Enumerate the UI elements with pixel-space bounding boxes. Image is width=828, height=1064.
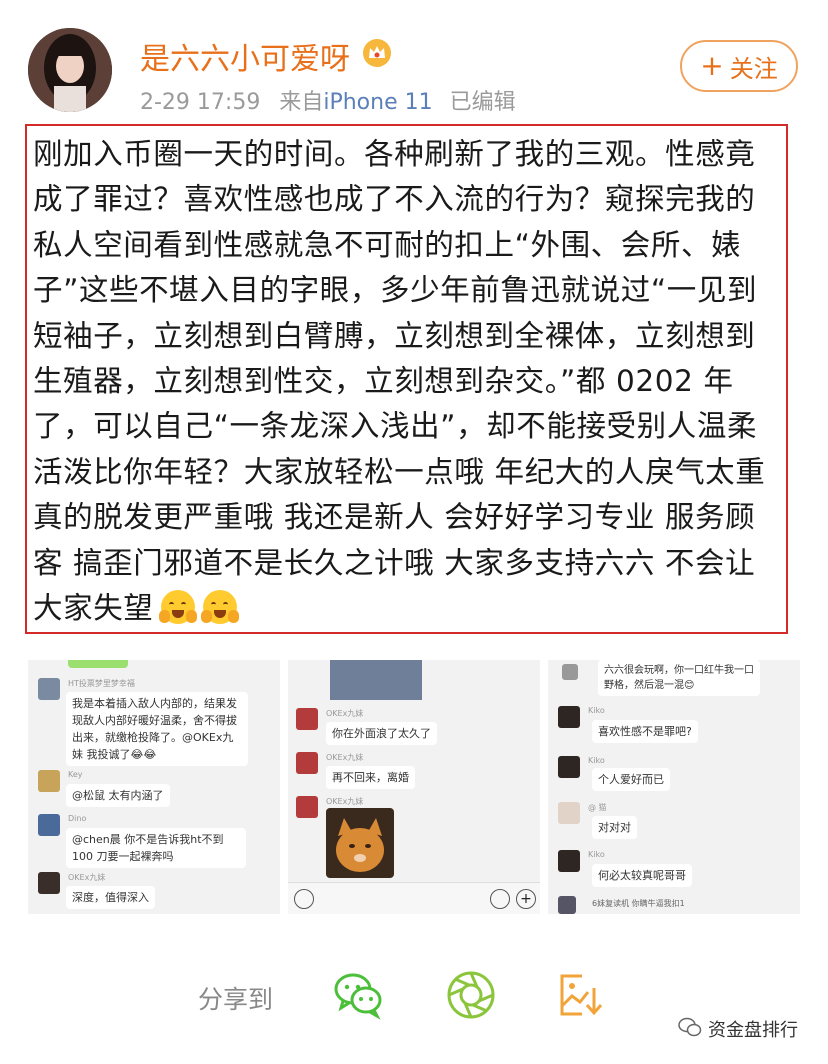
chat-bubble: 六六很会玩啊，你一口红牛我一口野格，然后混一混😊 bbox=[598, 660, 760, 696]
watermark: 资金盘排行 bbox=[678, 1016, 798, 1042]
sender-name: @ 猫 bbox=[588, 803, 607, 812]
avatar bbox=[296, 796, 318, 818]
sender-name: Kiko bbox=[588, 850, 605, 859]
sender-name: HT投票梦里梦幸福 bbox=[68, 679, 135, 688]
chat-bubble: 个人爱好而已 bbox=[592, 768, 670, 791]
image-fragment bbox=[330, 660, 422, 700]
sender-name: OKEx九妹 bbox=[326, 753, 364, 762]
post-body[interactable]: 刚加入币圈一天的时间。各种刷新了我的三观。性感竟成了罪过？喜欢性感也成了不入流的… bbox=[33, 132, 778, 631]
wechat-icon[interactable] bbox=[332, 968, 386, 1022]
sender-name: OKEx九妹 bbox=[68, 873, 106, 882]
avatar[interactable] bbox=[28, 28, 112, 112]
edited-tag: 已编辑 bbox=[449, 90, 516, 115]
sender-name: Kiko bbox=[588, 756, 605, 765]
chat-bubble: 再不回来，离婚 bbox=[326, 766, 415, 789]
chat-message bbox=[562, 664, 578, 680]
avatar bbox=[38, 814, 60, 836]
post-meta: 2-29 17:59 来自iPhone 11 已编辑 bbox=[140, 84, 516, 116]
chat-bubble: 喜欢性感不是罪吧? bbox=[592, 720, 698, 743]
avatar bbox=[38, 770, 60, 792]
cat-photo bbox=[326, 808, 394, 878]
chat-bubble: 你在外面浪了太久了 bbox=[326, 722, 437, 745]
chat-message bbox=[558, 896, 576, 914]
avatar bbox=[558, 850, 580, 872]
post-source[interactable]: iPhone 11 bbox=[323, 90, 432, 115]
voice-icon[interactable] bbox=[294, 889, 314, 909]
attached-image-2[interactable]: OKEx九妹 你在外面浪了太久了 OKEx九妹 再不回来，离婚 OKEx九妹 + bbox=[288, 660, 540, 914]
chat-bubble: @松鼠 太有内涵了 bbox=[66, 784, 170, 807]
post-highlight-box: 刚加入币圈一天的时间。各种刷新了我的三观。性感竟成了罪过？喜欢性感也成了不入流的… bbox=[25, 124, 788, 634]
plus-icon: + bbox=[700, 49, 724, 82]
sender-name: Dino bbox=[68, 814, 87, 823]
post-text: 刚加入币圈一天的时间。各种刷新了我的三观。性感竟成了罪过？喜欢性感也成了不入流的… bbox=[33, 137, 766, 626]
follow-label: 关注 bbox=[729, 54, 778, 83]
save-image-icon[interactable] bbox=[552, 968, 606, 1022]
watermark-text: 资金盘排行 bbox=[708, 1020, 798, 1041]
username[interactable]: 是六六小可爱呀 bbox=[140, 34, 350, 78]
chat-bubble: 我是本着插入敌人内部的，结果发现敌人内部好暖好温柔，舍不得拔出来，就缴枪投降了。… bbox=[66, 692, 248, 766]
chat-bubble: 何必太较真呢哥哥 bbox=[592, 864, 692, 887]
chat-input-bar: + bbox=[288, 882, 540, 914]
moments-icon[interactable] bbox=[444, 968, 498, 1022]
avatar bbox=[558, 756, 580, 778]
attached-image-3[interactable]: 六六很会玩啊，你一口红牛我一口野格，然后混一混😊 Kiko 喜欢性感不是罪吧? … bbox=[548, 660, 800, 914]
avatar bbox=[38, 872, 60, 894]
sender-name: Key bbox=[68, 770, 83, 779]
wechat-logo-icon bbox=[678, 1017, 702, 1042]
emoji-icon[interactable] bbox=[490, 889, 510, 909]
sender-name: Kiko bbox=[588, 706, 605, 715]
chat-bubble: @chen晨 你不是告诉我ht不到100 刀要一起裸奔吗 bbox=[66, 828, 246, 868]
share-label: 分享到 bbox=[198, 985, 274, 1014]
post-from-prefix: 来自 bbox=[279, 90, 324, 115]
vip-crown-icon bbox=[362, 38, 392, 68]
avatar bbox=[558, 802, 580, 824]
follow-button[interactable]: + 关注 bbox=[680, 40, 798, 92]
avatar bbox=[562, 664, 578, 680]
avatar bbox=[558, 896, 576, 914]
chat-bubble: 6妹复读机 你瞒牛逼我扣1 bbox=[592, 899, 685, 908]
sender-name: OKEx九妹 bbox=[326, 797, 364, 806]
avatar bbox=[296, 752, 318, 774]
chat-bubble: 深度，值得深入 bbox=[66, 886, 155, 909]
avatar bbox=[38, 678, 60, 700]
chat-bubble: 对对对 bbox=[592, 816, 637, 839]
hug-emoji-icon bbox=[201, 590, 240, 625]
avatar bbox=[558, 706, 580, 728]
plus-circle-icon[interactable]: + bbox=[516, 889, 536, 909]
chat-bubble-fragment bbox=[68, 660, 128, 668]
post-date: 2-29 17:59 bbox=[140, 90, 261, 115]
sender-name: OKEx九妹 bbox=[326, 709, 364, 718]
hug-emoji-icon bbox=[159, 590, 198, 625]
avatar bbox=[296, 708, 318, 730]
attached-image-1[interactable]: HT投票梦里梦幸福 我是本着插入敌人内部的，结果发现敌人内部好暖好温柔，舍不得拔… bbox=[28, 660, 280, 914]
